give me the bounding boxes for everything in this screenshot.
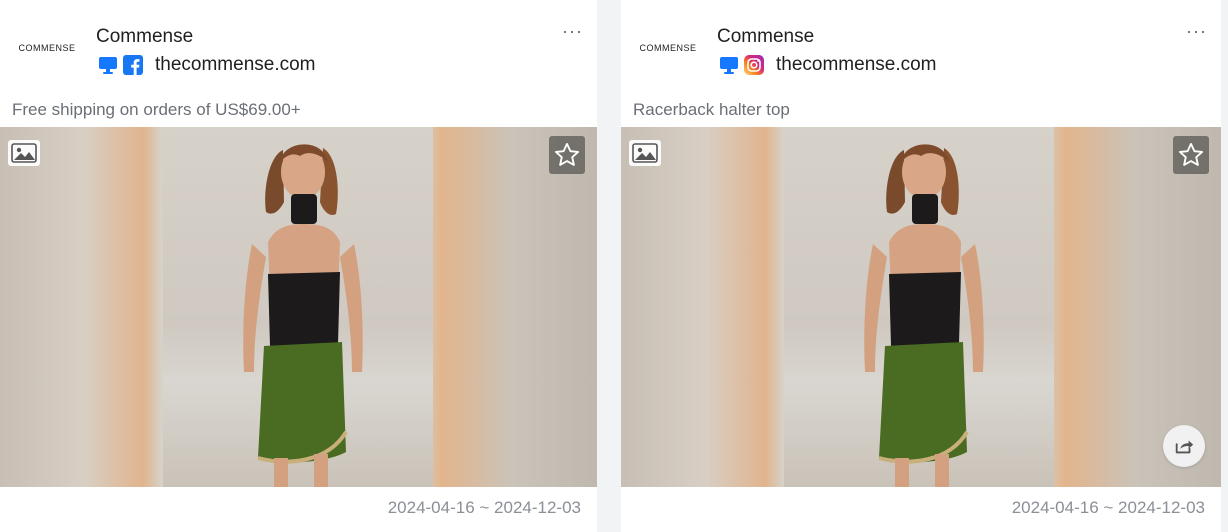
ad-image[interactable]: [0, 127, 597, 487]
image-type-icon: [629, 140, 661, 166]
ad-card[interactable]: COMMENSE Commense thecommense.com ··· Ra…: [621, 0, 1221, 532]
desktop-icon: [719, 55, 739, 75]
platform-row: thecommense.com: [719, 55, 937, 75]
more-menu-button[interactable]: ···: [1186, 22, 1207, 40]
domain-link[interactable]: thecommense.com: [155, 55, 316, 75]
brand-name[interactable]: Commense: [96, 26, 193, 48]
more-menu-button[interactable]: ···: [562, 22, 583, 40]
brand-logo: COMMENSE: [18, 43, 76, 53]
ad-headline: Racerback halter top: [633, 100, 790, 119]
date-range: 2024-04-16 ~ 2024-12-03: [387, 498, 581, 517]
model-figure: [864, 144, 984, 487]
brand-logo: COMMENSE: [639, 43, 697, 53]
instagram-icon: [744, 55, 764, 75]
favorite-star-icon[interactable]: [1173, 136, 1209, 174]
platform-row: thecommense.com: [98, 55, 316, 75]
ad-card[interactable]: COMMENSE Commense thecommense.com ··· Fr…: [0, 0, 597, 532]
ad-headline: Free shipping on orders of US$69.00+: [12, 100, 301, 119]
share-icon[interactable]: [1163, 425, 1205, 467]
date-range: 2024-04-16 ~ 2024-12-03: [1011, 498, 1205, 517]
desktop-icon: [98, 55, 118, 75]
model-figure: [243, 144, 363, 487]
facebook-icon: [123, 55, 143, 75]
domain-link[interactable]: thecommense.com: [776, 55, 937, 75]
image-type-icon: [8, 140, 40, 166]
brand-name[interactable]: Commense: [717, 26, 814, 48]
ad-image[interactable]: [621, 127, 1221, 487]
favorite-star-icon[interactable]: [549, 136, 585, 174]
